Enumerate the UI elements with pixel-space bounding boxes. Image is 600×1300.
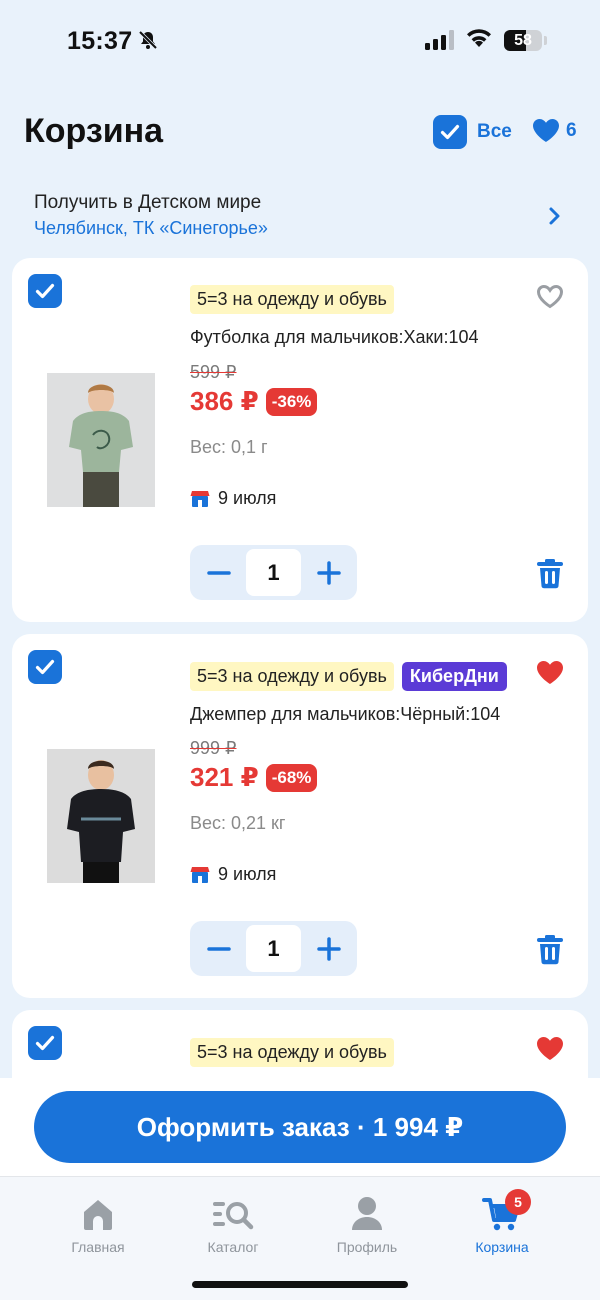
tab-profile[interactable]: Профиль xyxy=(307,1195,427,1255)
pickup-title: Получить в Детском мире xyxy=(34,192,262,213)
cart-count-badge: 5 xyxy=(505,1189,531,1215)
status-time: 15:37 xyxy=(67,27,133,55)
heart-icon xyxy=(533,119,559,142)
home-icon xyxy=(84,1200,112,1230)
item-checkbox[interactable] xyxy=(28,274,62,308)
price: 386 ₽ xyxy=(190,386,259,416)
delivery-date: 9 июля xyxy=(218,864,277,884)
favorites-count: 6 xyxy=(566,119,577,141)
trash-icon[interactable] xyxy=(534,933,566,965)
quantity-value[interactable]: 1 xyxy=(246,925,301,972)
product-image[interactable] xyxy=(47,373,155,507)
old-price: 999 ₽ xyxy=(190,738,237,758)
delivery-date: 9 июля xyxy=(218,488,277,508)
chevron-right-icon xyxy=(549,207,560,225)
pickup-selector[interactable]: Получить в Детском мире Челябинск, ТК «С… xyxy=(34,192,574,242)
home-indicator xyxy=(192,1281,408,1288)
profile-icon xyxy=(352,1197,382,1230)
tab-catalog[interactable]: Каталог xyxy=(173,1195,293,1255)
promo-tag[interactable]: 5=3 на одежду и обувь xyxy=(190,1038,394,1067)
promo-tag[interactable]: 5=3 на одежду и обувь xyxy=(190,662,394,691)
page-title: Корзина xyxy=(24,112,164,150)
promo-row: 5=3 на одежду и обувь КиберДни xyxy=(190,662,507,691)
cyber-days-badge[interactable]: КиберДни xyxy=(401,662,507,691)
store-icon xyxy=(190,866,210,883)
bell-muted-icon xyxy=(138,30,158,50)
plus-icon[interactable] xyxy=(316,936,342,962)
promo-row: 5=3 на одежду и обувь xyxy=(190,1038,394,1067)
tab-label: Профиль xyxy=(336,1239,398,1255)
check-icon xyxy=(35,1035,55,1051)
checkout-area: Оформить заказ · 1 994 ₽ xyxy=(0,1078,600,1176)
discount-badge: -36% xyxy=(265,387,318,416)
promo-row: 5=3 на одежду и обувь xyxy=(190,285,394,314)
wifi-icon xyxy=(467,29,491,47)
catalog-search-icon xyxy=(213,1202,254,1230)
status-bar: 15:37 58 xyxy=(0,0,600,82)
heart-filled-icon[interactable] xyxy=(536,1036,564,1061)
battery-indicator: 58 xyxy=(504,30,542,51)
price-row: 321 ₽ -68% xyxy=(190,762,318,793)
battery-percent: 58 xyxy=(514,32,532,49)
item-checkbox[interactable] xyxy=(28,650,62,684)
select-all-checkbox[interactable] xyxy=(433,115,467,149)
signal-icon xyxy=(425,30,454,50)
promo-tag[interactable]: 5=3 на одежду и обувь xyxy=(190,285,394,314)
product-name[interactable]: Джемпер для мальчиков:Чёрный:104 xyxy=(190,704,500,725)
product-weight: Вес: 0,1 г xyxy=(190,437,268,457)
item-checkbox[interactable] xyxy=(28,1026,62,1060)
minus-icon[interactable] xyxy=(206,936,232,962)
product-image[interactable] xyxy=(47,749,155,883)
heart-outline-icon[interactable] xyxy=(536,284,564,309)
trash-icon[interactable] xyxy=(534,557,566,589)
tab-label: Корзина xyxy=(475,1239,529,1255)
tab-label: Главная xyxy=(71,1239,125,1255)
select-all-label: Все xyxy=(477,121,512,142)
check-icon xyxy=(35,659,55,675)
tab-label: Каталог xyxy=(207,1239,259,1255)
minus-icon[interactable] xyxy=(206,560,232,586)
cart-item: 5=3 на одежду и обувь Футболка для мальч… xyxy=(12,258,588,622)
quantity-stepper: 1 xyxy=(190,545,357,600)
store-icon xyxy=(190,490,210,507)
price-row: 386 ₽ -36% xyxy=(190,386,318,417)
quantity-value[interactable]: 1 xyxy=(246,549,301,596)
tab-cart[interactable]: 5 Корзина xyxy=(442,1189,562,1255)
pickup-address: Челябинск, ТК «Синегорье» xyxy=(34,218,268,238)
plus-icon[interactable] xyxy=(316,560,342,586)
check-icon xyxy=(440,124,460,140)
heart-filled-icon[interactable] xyxy=(536,660,564,685)
quantity-stepper: 1 xyxy=(190,921,357,976)
delivery-info: 9 июля xyxy=(190,864,276,885)
delivery-info: 9 июля xyxy=(190,488,276,509)
price: 321 ₽ xyxy=(190,762,259,792)
cart-item: 5=3 на одежду и обувь КиберДни Джемпер д… xyxy=(12,634,588,998)
discount-badge: -68% xyxy=(265,763,318,792)
favorites-button[interactable]: 6 xyxy=(532,118,577,143)
checkout-button[interactable]: Оформить заказ · 1 994 ₽ xyxy=(34,1091,566,1163)
tab-home[interactable]: Главная xyxy=(38,1195,158,1255)
product-weight: Вес: 0,21 кг xyxy=(190,813,286,833)
check-icon xyxy=(35,283,55,299)
battery-tip xyxy=(544,36,547,45)
select-all-toggle[interactable]: Все xyxy=(433,114,512,150)
old-price: 599 ₽ xyxy=(190,362,237,382)
product-name[interactable]: Футболка для мальчиков:Хаки:104 xyxy=(190,327,479,348)
